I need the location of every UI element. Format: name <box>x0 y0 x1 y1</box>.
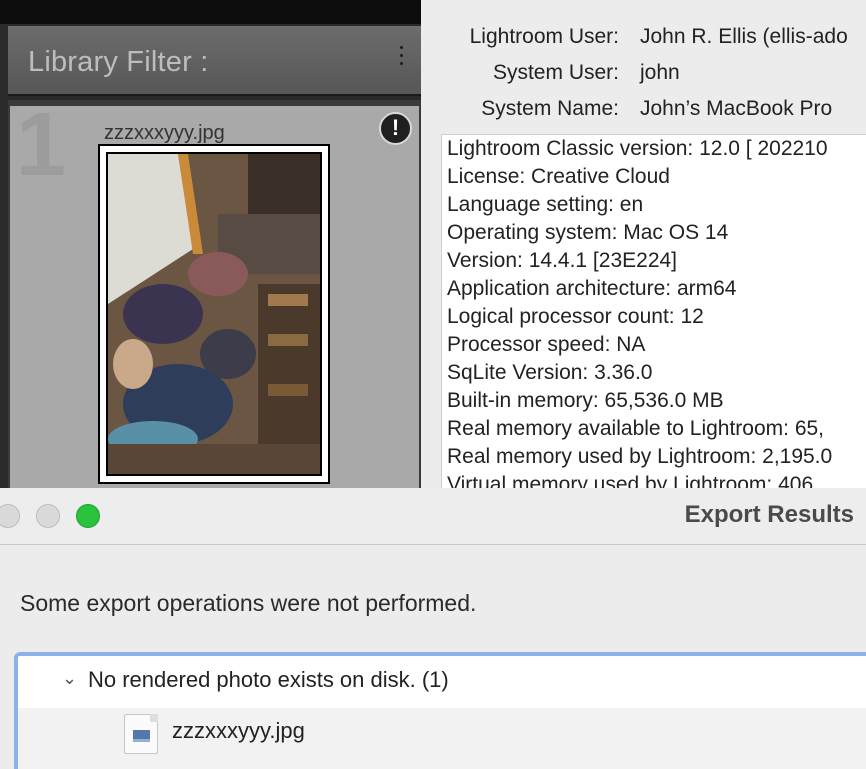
info-line: Virtual memory used by Lightroom: 406 <box>447 473 814 488</box>
result-group-row[interactable]: ⌄ No rendered photo exists on disk. (1) <box>18 656 866 704</box>
info-line: Built-in memory: 65,536.0 MB <box>447 389 724 412</box>
dialog-titlebar[interactable]: Export Results <box>0 488 866 545</box>
dialog-message: Some export operations were not performe… <box>20 590 477 616</box>
screen: Library Filter : 1 zzzxxxyyy.jpg ! Light… <box>0 0 866 769</box>
lightroom-user-value: John R. Ellis (ellis-ado <box>640 25 848 48</box>
chevron-down-icon[interactable]: ⌄ <box>62 668 77 689</box>
info-line: Language setting: en <box>447 193 644 216</box>
info-line: Operating system: Mac OS 14 <box>447 221 729 244</box>
results-list[interactable]: ⌄ No rendered photo exists on disk. (1) … <box>14 652 866 769</box>
library-filter-bar[interactable]: Library Filter : <box>8 26 421 96</box>
list-item[interactable]: zzzxxxyyy.jpg <box>18 708 866 769</box>
close-window-button[interactable] <box>0 504 20 528</box>
info-line: Real memory used by Lightroom: 2,195.0 <box>447 445 833 468</box>
system-info-text-area[interactable]: Lightroom Classic version: 12.0 [ 202210… <box>441 134 866 488</box>
info-line: Version: 14.4.1 [23E224] <box>447 249 678 272</box>
info-line: Lightroom Classic version: 12.0 [ 202210 <box>447 137 828 160</box>
system-user-label: System User: <box>492 61 619 84</box>
thumbnail-cell[interactable]: 1 zzzxxxyyy.jpg ! <box>10 100 419 488</box>
more-options-icon[interactable] <box>398 46 404 76</box>
system-name-value: John’s MacBook Pro <box>640 97 833 120</box>
zoom-window-button[interactable] <box>76 504 100 528</box>
grid-area: 1 zzzxxxyyy.jpg ! <box>8 100 421 488</box>
thumbnail-filename: zzzxxxyyy.jpg <box>104 122 225 144</box>
export-results-dialog: Export Results Some export operations we… <box>0 488 866 769</box>
system-user-value: john <box>640 61 680 84</box>
info-line: SqLite Version: 3.36.0 <box>447 361 653 384</box>
photo-thumbnail <box>106 152 322 476</box>
lightroom-user-label: Lightroom User: <box>469 25 619 48</box>
info-line: License: Creative Cloud <box>447 165 670 188</box>
system-info-panel: Lightroom User: John R. Ellis (ellis-ado… <box>421 0 866 488</box>
dialog-title: Export Results <box>684 501 854 528</box>
cell-index: 1 <box>16 95 67 195</box>
library-panel: Library Filter : 1 zzzxxxyyy.jpg ! <box>0 0 421 488</box>
warning-badge-icon[interactable]: ! <box>379 112 412 145</box>
info-line: Logical processor count: 12 <box>447 305 704 328</box>
system-name-label: System Name: <box>481 97 619 120</box>
info-line: Application architecture: arm64 <box>447 277 737 300</box>
top-strip <box>0 0 421 24</box>
info-line: Processor speed: NA <box>447 333 646 356</box>
photo-frame[interactable] <box>98 144 330 484</box>
photo-image <box>108 154 320 474</box>
result-group-label: No rendered photo exists on disk. (1) <box>88 667 449 692</box>
info-line: Real memory available to Lightroom: 65, <box>447 417 825 440</box>
minimize-window-button[interactable] <box>36 504 60 528</box>
lightroom-user-label-row: Lightroom User: <box>421 25 619 55</box>
image-file-icon <box>124 714 158 754</box>
system-user-label-row: System User: <box>421 61 619 91</box>
system-name-label-row: System Name: <box>421 97 619 127</box>
file-name: zzzxxxyyy.jpg <box>172 718 305 743</box>
library-filter-title: Library Filter : <box>28 46 209 78</box>
